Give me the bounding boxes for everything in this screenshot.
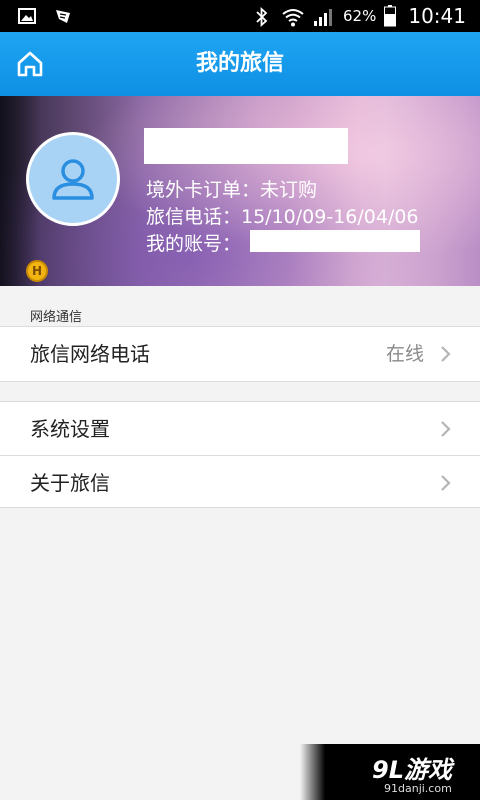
list-item-label: 旅信网络电话 (30, 342, 150, 366)
account-label: 我的账号： (146, 233, 242, 255)
user-icon (48, 154, 98, 204)
chevron-right-icon (438, 420, 454, 438)
battery-icon (384, 5, 397, 27)
level-badge: H (26, 260, 48, 282)
online-status: 在线 (385, 343, 424, 365)
wifi-icon (281, 7, 305, 27)
battery-percent: 62% (343, 7, 377, 25)
list-item-label: 关于旅信 (30, 471, 110, 495)
account-redacted (250, 230, 420, 252)
signal-icon (313, 7, 335, 26)
gallery-icon (18, 7, 36, 25)
app-bar: 我的旅信 (0, 32, 480, 96)
avatar[interactable] (26, 132, 120, 226)
watermark-logo: 9L游戏 (372, 756, 452, 784)
background-highlight (290, 96, 480, 286)
settings-group: 系统设置 关于旅信 (0, 401, 480, 508)
list-item-system-settings[interactable]: 系统设置 (0, 402, 480, 455)
page-title: 我的旅信 (195, 51, 284, 76)
network-group: 旅信网络电话 在线 (0, 326, 480, 382)
watermark-url: 91danji.com (384, 782, 452, 795)
chevron-right-icon (438, 474, 454, 492)
list-item-network-phone[interactable]: 旅信网络电话 在线 (0, 327, 480, 381)
watermark: 9L游戏 91danji.com (300, 744, 480, 800)
username-redacted (144, 128, 348, 164)
chevron-right-icon (438, 345, 454, 363)
notification-icon (54, 7, 72, 25)
card-order-status: 境外卡订单：未订购 (146, 179, 318, 201)
section-label-network: 网络通信 (30, 310, 83, 325)
status-clock: 10:41 (408, 4, 466, 28)
bluetooth-icon (255, 6, 273, 28)
phone-validity: 旅信电话：15/10/09-16/04/06 (146, 206, 419, 228)
list-item-label: 系统设置 (30, 417, 110, 441)
profile-header: H 境外卡订单：未订购 旅信电话：15/10/09-16/04/06 我的账号： (0, 96, 480, 286)
status-bar: 62% 10:41 (0, 0, 480, 32)
list-item-about[interactable]: 关于旅信 (0, 455, 480, 508)
